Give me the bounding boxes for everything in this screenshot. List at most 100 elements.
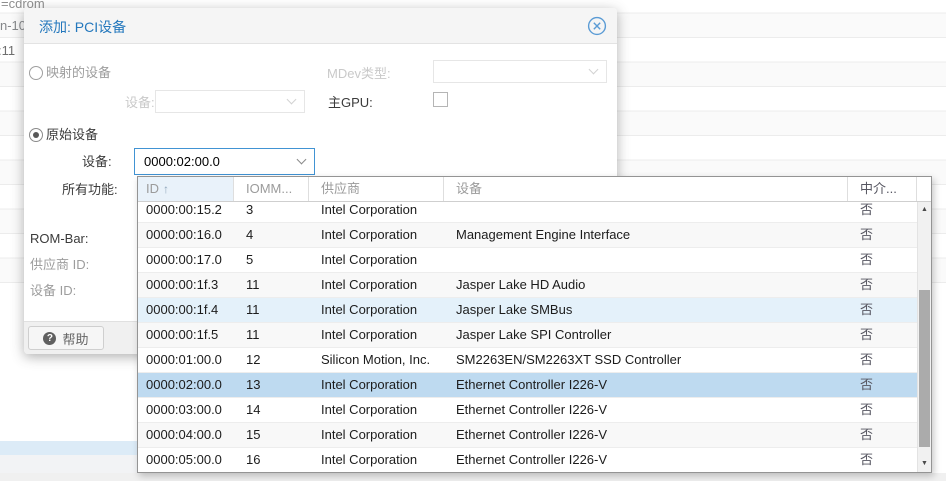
- row-cell-iommu: 11: [246, 327, 260, 342]
- picker-body: 0000:00:15.2 3 Intel Corporation 否 0000:…: [138, 202, 917, 472]
- row-cell-mediated: 否: [860, 302, 874, 317]
- raw-device-radio[interactable]: [29, 128, 43, 142]
- background-text-fragment: :11: [0, 43, 16, 58]
- device-label: 设备:: [82, 154, 112, 169]
- mapped-device-radio-label: 映射的设备: [46, 65, 112, 80]
- row-cell-iommu: 11: [246, 277, 260, 292]
- mapped-device-radio[interactable]: [29, 66, 43, 80]
- row-cell-mediated: 否: [860, 327, 874, 342]
- row-cell-device: Management Engine Interface: [456, 227, 631, 242]
- column-header-mediated[interactable]: 中介...: [848, 177, 917, 201]
- scroll-up-icon[interactable]: ▲: [918, 204, 931, 216]
- device-select-value: 0000:02:00.0: [144, 154, 220, 169]
- row-cell-device: Jasper Lake HD Audio: [456, 277, 586, 292]
- column-label: 设备: [456, 181, 483, 196]
- row-cell-vendor: Intel Corporation: [321, 202, 418, 217]
- close-icon: [587, 16, 607, 36]
- table-row[interactable]: 0000:00:17.0 5 Intel Corporation 否: [138, 248, 917, 273]
- column-header-vendor[interactable]: 供应商: [309, 177, 444, 201]
- row-cell-device: Ethernet Controller I226-V: [456, 427, 608, 442]
- help-button[interactable]: ? 帮助: [28, 326, 104, 350]
- row-cell-iommu: 3: [246, 202, 254, 217]
- column-label: ID: [146, 181, 159, 196]
- column-header-device[interactable]: 设备: [444, 177, 848, 201]
- proxmox-page: =cdrom n-10 :11 添加: PCI设备 映射的设备 MDev类型: …: [0, 0, 946, 481]
- row-cell-mediated: 否: [860, 202, 874, 217]
- row-cell-device: Jasper Lake SMBus: [456, 302, 573, 317]
- row-cell-id: 0000:05:00.0: [146, 452, 222, 467]
- row-cell-vendor: Silicon Motion, Inc.: [321, 352, 431, 367]
- column-header-id[interactable]: ID ↑: [138, 177, 234, 201]
- help-button-label: 帮助: [62, 331, 89, 347]
- row-cell-vendor: Intel Corporation: [321, 452, 418, 467]
- table-row[interactable]: 0000:00:15.2 3 Intel Corporation 否: [138, 202, 917, 223]
- column-label: IOMM...: [246, 181, 293, 196]
- chevron-down-icon: [288, 96, 296, 104]
- table-row[interactable]: 0000:00:1f.4 11 Intel Corporation Jasper…: [138, 298, 917, 323]
- row-cell-id: 0000:00:16.0: [146, 227, 222, 242]
- mdev-type-label: MDev类型:: [327, 66, 391, 81]
- row-cell-id: 0000:00:1f.3: [146, 277, 219, 292]
- row-cell-device: SM2263EN/SM2263XT SSD Controller: [456, 352, 682, 367]
- row-cell-mediated: 否: [860, 277, 874, 292]
- vendor-id-label: 供应商 ID:: [30, 257, 90, 272]
- row-cell-iommu: 16: [246, 452, 261, 467]
- column-header-iommu[interactable]: IOMM...: [234, 177, 309, 201]
- vertical-scrollbar[interactable]: ▲ ▼: [917, 202, 931, 472]
- row-cell-device: Ethernet Controller I226-V: [456, 377, 608, 392]
- row-cell-iommu: 5: [246, 252, 254, 267]
- close-button[interactable]: [587, 16, 607, 36]
- row-cell-mediated: 否: [860, 377, 874, 392]
- rom-bar-label: ROM-Bar:: [30, 231, 89, 246]
- table-row[interactable]: 0000:05:00.0 16 Intel Corporation Ethern…: [138, 448, 917, 472]
- row-cell-iommu: 12: [246, 352, 261, 367]
- sort-asc-icon: ↑: [163, 182, 169, 196]
- device-id-label: 设备 ID:: [30, 283, 77, 298]
- row-cell-vendor: Intel Corporation: [321, 427, 418, 442]
- row-cell-mediated: 否: [860, 402, 874, 417]
- mdev-type-select[interactable]: [433, 60, 607, 83]
- row-cell-mediated: 否: [860, 352, 874, 367]
- table-row[interactable]: 0000:00:16.0 4 Intel Corporation Managem…: [138, 223, 917, 248]
- background-panel-area: [0, 455, 137, 473]
- chevron-down-icon: [590, 66, 598, 74]
- row-cell-device: Ethernet Controller I226-V: [456, 452, 608, 467]
- row-cell-vendor: Intel Corporation: [321, 302, 418, 317]
- raw-device-radio-label: 原始设备: [46, 127, 99, 142]
- table-row[interactable]: 0000:00:1f.5 11 Intel Corporation Jasper…: [138, 323, 917, 348]
- mapped-device-select[interactable]: [155, 90, 305, 113]
- primary-gpu-checkbox[interactable]: [433, 92, 448, 107]
- scrollbar-thumb[interactable]: [919, 290, 930, 447]
- row-cell-vendor: Intel Corporation: [321, 277, 418, 292]
- device-select[interactable]: 0000:02:00.0: [134, 148, 315, 175]
- column-label: 供应商: [321, 181, 361, 196]
- scroll-down-icon[interactable]: ▼: [918, 458, 931, 470]
- row-cell-device: [444, 248, 848, 272]
- row-cell-mediated: 否: [860, 252, 874, 267]
- table-row[interactable]: 0000:03:00.0 14 Intel Corporation Ethern…: [138, 398, 917, 423]
- row-cell-iommu: 11: [246, 302, 260, 317]
- device-picker-dropdown: ID ↑ IOMM... 供应商 设备 中介... 0000:00:15.2 3 …: [137, 176, 932, 473]
- table-row[interactable]: 0000:01:00.0 12 Silicon Motion, Inc. SM2…: [138, 348, 917, 373]
- row-cell-mediated: 否: [860, 427, 874, 442]
- background-footer-strip: [0, 473, 946, 481]
- device-table-rows: 0000:00:15.2 3 Intel Corporation 否 0000:…: [138, 202, 917, 472]
- dialog-header[interactable]: 添加: PCI设备: [24, 8, 617, 44]
- table-row[interactable]: 0000:04:00.0 15 Intel Corporation Ethern…: [138, 423, 917, 448]
- row-cell-device: [444, 202, 848, 222]
- all-functions-label: 所有功能:: [62, 182, 118, 197]
- row-cell-vendor: Intel Corporation: [321, 402, 418, 417]
- table-row[interactable]: 0000:02:00.0 13 Intel Corporation Ethern…: [138, 373, 917, 398]
- table-row[interactable]: 0000:00:1f.3 11 Intel Corporation Jasper…: [138, 273, 917, 298]
- row-cell-id: 0000:00:17.0: [146, 252, 222, 267]
- row-cell-iommu: 15: [246, 427, 261, 442]
- column-label: 中介...: [860, 181, 897, 196]
- row-cell-id: 0000:01:00.0: [146, 352, 222, 367]
- picker-header: ID ↑ IOMM... 供应商 设备 中介...: [138, 177, 931, 202]
- row-cell-device: Ethernet Controller I226-V: [456, 402, 608, 417]
- row-cell-mediated: 否: [860, 452, 874, 467]
- row-cell-id: 0000:04:00.0: [146, 427, 222, 442]
- background-selected-row: [0, 441, 137, 455]
- row-cell-mediated: 否: [860, 227, 874, 242]
- row-cell-id: 0000:02:00.0: [146, 377, 222, 392]
